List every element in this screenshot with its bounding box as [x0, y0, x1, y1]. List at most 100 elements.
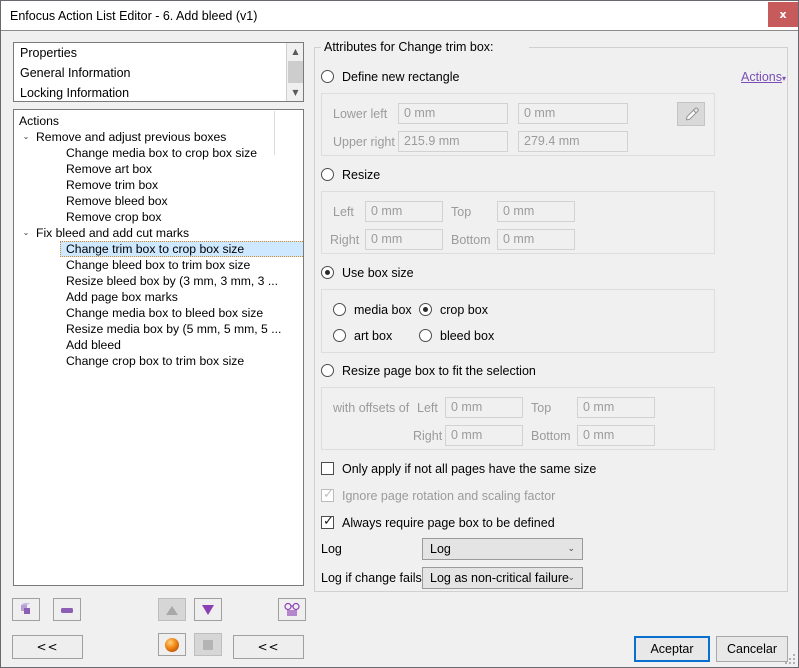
label-crop-box: crop box — [440, 303, 488, 317]
tree-row[interactable]: Change bleed box to trim box size — [14, 257, 303, 273]
chevron-down-icon[interactable]: ⌄ — [20, 225, 32, 241]
scrollbar-thumb[interactable] — [288, 61, 303, 83]
upper-right-label: Upper right — [333, 135, 395, 149]
box-size-subpanel — [321, 289, 715, 353]
move-up-button[interactable] — [158, 598, 186, 621]
list-item[interactable]: Properties — [14, 43, 303, 63]
log-if-change-fails-value: Log as non-critical failure — [430, 571, 569, 585]
window-title: Enfocus Action List Editor - 6. Add blee… — [10, 9, 258, 23]
actions-dropdown-link[interactable]: Actions▾ — [741, 70, 786, 84]
radio-define-new-rectangle[interactable] — [321, 70, 334, 83]
tree-group-row[interactable]: ⌄ Fix bleed and add cut marks — [14, 225, 303, 241]
radio-media-box[interactable] — [333, 303, 346, 316]
lower-left-x-input[interactable]: 0 mm — [398, 103, 508, 124]
upper-right-x-input[interactable]: 215.9 mm — [398, 131, 508, 152]
duplicate-icon — [21, 602, 30, 614]
chevron-down-icon: ⌄ — [567, 573, 575, 583]
offsets-bottom-input[interactable]: 0 mm — [577, 425, 655, 446]
radio-crop-box[interactable] — [419, 303, 432, 316]
check-icon: ✓ — [323, 487, 334, 502]
list-item[interactable]: Locking Information — [14, 83, 303, 101]
orange-sphere-icon — [165, 637, 179, 652]
resize-left-input[interactable]: 0 mm — [365, 201, 443, 222]
offsets-left-input[interactable]: 0 mm — [445, 397, 523, 418]
resize-top-input[interactable]: 0 mm — [497, 201, 575, 222]
square-toggle-button[interactable] — [194, 633, 222, 656]
eyedropper-icon — [685, 107, 699, 120]
preview-button[interactable] — [278, 598, 306, 621]
resize-right-input[interactable]: 0 mm — [365, 229, 443, 250]
cancel-button[interactable]: Cancelar — [716, 636, 788, 662]
label-bleed-box: bleed box — [440, 329, 495, 343]
tree-row[interactable]: Change media box to crop box size — [14, 145, 303, 161]
log-label: Log — [321, 542, 342, 556]
tree-row[interactable]: Remove trim box — [14, 177, 303, 193]
chevron-down-icon: ⌄ — [567, 544, 575, 554]
triangle-down-icon — [202, 604, 214, 615]
duplicate-action-button[interactable] — [12, 598, 40, 621]
scroll-down-icon[interactable]: ▼ — [287, 84, 303, 101]
log-if-change-fails-label: Log if change fails — [321, 571, 422, 585]
collapse-right-button[interactable]: << — [233, 635, 304, 659]
offsets-left-label: Left — [417, 401, 438, 415]
properties-scrollbar[interactable]: ▲ ▼ — [286, 43, 303, 101]
radio-art-box[interactable] — [333, 329, 346, 342]
triangle-up-icon — [166, 605, 178, 615]
tree-row[interactable]: Remove bleed box — [14, 193, 303, 209]
attributes-legend: Attributes for Change trim box: — [321, 40, 497, 54]
log-if-change-fails-select[interactable]: Log as non-critical failure ⌄ — [422, 567, 583, 589]
tree-header: Actions — [19, 114, 59, 128]
tree-row[interactable]: Add bleed — [14, 337, 303, 353]
tree-row[interactable]: Change media box to bleed box size — [14, 305, 303, 321]
tree-group-row[interactable]: ⌄ Remove and adjust previous boxes — [14, 129, 303, 145]
lower-left-y-input[interactable]: 0 mm — [518, 103, 628, 124]
resize-left-label: Left — [333, 205, 354, 219]
label-use-box-size: Use box size — [342, 266, 414, 280]
collapse-left-button[interactable]: << — [12, 635, 83, 659]
gray-square-icon — [203, 639, 213, 650]
tree-row[interactable]: Add page box marks — [14, 289, 303, 305]
log-select[interactable]: Log ⌄ — [422, 538, 583, 560]
label-resize: Resize — [342, 168, 381, 182]
scroll-up-icon[interactable]: ▲ — [287, 43, 303, 60]
offsets-prefix-label: with offsets of — [333, 401, 410, 415]
tree-row[interactable]: Resize bleed box by (3 mm, 3 mm, 3 ... — [14, 273, 303, 289]
lower-left-label: Lower left — [333, 107, 388, 121]
chevron-down-icon: ▾ — [781, 74, 786, 83]
tree-row[interactable]: Remove art box — [14, 161, 303, 177]
offsets-top-input[interactable]: 0 mm — [577, 397, 655, 418]
check-icon: ✓ — [323, 514, 334, 529]
label-resize-page-box: Resize page box to fit the selection — [342, 364, 536, 378]
resize-bottom-input[interactable]: 0 mm — [497, 229, 575, 250]
chevron-down-icon[interactable]: ⌄ — [20, 129, 32, 145]
tree-row[interactable]: Resize media box by (5 mm, 5 mm, 5 ... — [14, 321, 303, 337]
group-border-right — [529, 47, 788, 48]
resize-bottom-label: Bottom — [451, 233, 491, 247]
radio-bleed-box[interactable] — [419, 329, 432, 342]
checkbox-always-require-page-box[interactable]: ✓ — [321, 514, 334, 529]
tree-row-selected[interactable]: Change trim box to crop box size — [60, 241, 303, 257]
properties-list[interactable]: Properties General Information Locking I… — [13, 42, 304, 102]
resize-grip[interactable] — [783, 652, 795, 664]
list-item[interactable]: General Information — [14, 63, 303, 83]
tree-row[interactable]: Change crop box to trim box size — [14, 353, 303, 369]
tree-row[interactable]: Remove crop box — [14, 209, 303, 225]
sphere-toggle-button[interactable] — [158, 633, 186, 656]
move-down-button[interactable] — [194, 598, 222, 621]
label-ignore-page-rotation: Ignore page rotation and scaling factor — [342, 489, 556, 503]
actions-tree[interactable]: Actions ⌄ Remove and adjust previous box… — [13, 109, 304, 586]
log-select-value: Log — [430, 542, 451, 556]
radio-use-box-size[interactable] — [321, 266, 334, 279]
checkbox-only-apply-if-not-same-size[interactable] — [321, 462, 334, 475]
label-define-new-rectangle: Define new rectangle — [342, 70, 460, 84]
upper-right-y-input[interactable]: 279.4 mm — [518, 131, 628, 152]
actions-link-label: Actions — [740, 70, 782, 84]
remove-action-button[interactable] — [53, 598, 81, 621]
offsets-right-input[interactable]: 0 mm — [445, 425, 523, 446]
close-icon[interactable]: x — [768, 2, 798, 27]
radio-resize-page-box[interactable] — [321, 364, 334, 377]
eyedropper-button[interactable] — [677, 102, 705, 126]
radio-resize[interactable] — [321, 168, 334, 181]
ok-button[interactable]: Aceptar — [634, 636, 710, 662]
offsets-bottom-label: Bottom — [531, 429, 571, 443]
